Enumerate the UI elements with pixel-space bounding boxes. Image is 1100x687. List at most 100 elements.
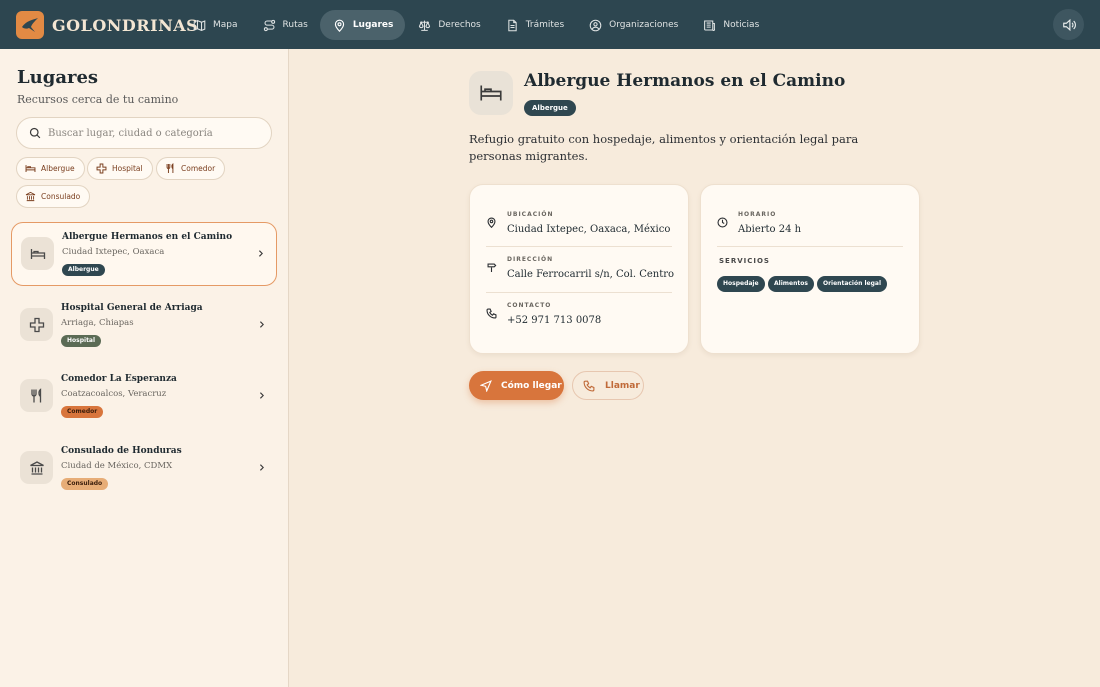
speaker-icon [1062, 18, 1076, 31]
clock-icon [717, 217, 728, 228]
place-icon-box [21, 237, 54, 270]
nav-item-mapa[interactable]: Mapa [180, 10, 250, 40]
consulate-icon [29, 460, 44, 475]
filter-chip-label: Comedor [181, 164, 216, 173]
map-pin-icon [487, 217, 496, 228]
nav-item-tramites[interactable]: Trámites [493, 10, 576, 40]
contact-value[interactable]: +52 971 713 0078 [507, 315, 601, 326]
nav-item-noticias[interactable]: Noticias [690, 10, 771, 40]
filter-chip-comedor[interactable]: Comedor [156, 157, 226, 180]
directions-button[interactable]: Cómo llegar [469, 371, 564, 400]
navigation-arrow-icon [480, 379, 492, 392]
location-label: UBICACIÓN [507, 211, 554, 218]
place-item-comedor[interactable]: Comedor La Esperanza Coatzacoalcos, Vera… [11, 365, 277, 429]
place-city: Ciudad Ixtepec, Oaxaca [62, 247, 165, 257]
service-badge: Alimentos [768, 276, 814, 292]
newspaper-icon [704, 20, 716, 31]
call-button[interactable]: Llamar [572, 371, 644, 400]
hours-value: Abierto 24 h [738, 224, 802, 235]
nav-item-organizaciones[interactable]: Organizaciones [576, 10, 690, 40]
place-icon-box [20, 451, 53, 484]
chevron-right-icon [258, 250, 263, 257]
nav-item-derechos[interactable]: Derechos [405, 10, 492, 40]
map-pin-icon [334, 19, 344, 32]
chevron-right-icon [259, 321, 264, 328]
brand[interactable]: GOLONDRINAS [16, 11, 198, 39]
divider [717, 246, 903, 247]
service-badge: Orientación legal [817, 276, 887, 292]
place-name: Comedor La Esperanza [61, 374, 177, 384]
bed-icon [480, 85, 502, 101]
organization-icon [589, 19, 602, 31]
filter-chip-label: Hospital [112, 164, 143, 173]
utensils-icon [30, 387, 41, 402]
search-input[interactable] [48, 127, 258, 139]
utensils-icon [166, 163, 174, 173]
place-name: Consulado de Honduras [61, 446, 182, 456]
info-card: UBICACIÓN Ciudad Ixtepec, Oaxaca, México… [469, 184, 689, 354]
place-item-albergue[interactable]: Albergue Hermanos en el Camino Ciudad Ix… [11, 222, 277, 286]
signpost-icon [487, 263, 497, 272]
place-name: Albergue Hermanos en el Camino [62, 232, 233, 242]
address-label: DIRECCIÓN [507, 256, 554, 263]
sidebar-title: Lugares [17, 67, 99, 88]
place-city: Ciudad de México, CDMX [61, 461, 173, 471]
chevron-right-icon [259, 464, 264, 471]
document-icon [508, 19, 517, 31]
nav-item-label: Rutas [282, 20, 308, 30]
location-value: Ciudad Ixtepec, Oaxaca, México [507, 224, 671, 235]
nav-item-label: Noticias [723, 20, 760, 30]
hospital-cross-icon [96, 163, 107, 174]
bed-icon [25, 165, 36, 172]
filter-chip-label: Consulado [41, 192, 81, 201]
place-category-badge: Comedor [61, 406, 104, 418]
consulate-icon [25, 191, 36, 202]
place-category-badge: Consulado [61, 478, 109, 490]
place-icon-box [20, 308, 53, 341]
services-label: SERVICIOS [719, 257, 770, 265]
phone-icon [583, 380, 595, 391]
nav-item-label: Lugares [352, 20, 394, 30]
place-item-consulado[interactable]: Consulado de Honduras Ciudad de México, … [11, 437, 277, 501]
nav-item-label: Organizaciones [609, 20, 679, 30]
phone-icon [486, 308, 497, 319]
nav-item-label: Trámites [525, 20, 565, 30]
hospital-cross-icon [29, 317, 44, 332]
chevron-right-icon [259, 392, 264, 399]
address-value: Calle Ferrocarril s/n, Col. Centro [507, 269, 675, 280]
place-city: Arriaga, Chiapas [61, 318, 134, 328]
sidebar-subtitle: Recursos cerca de tu camino [17, 93, 179, 106]
directions-button-label: Cómo llegar [501, 380, 562, 391]
nav-item-label: Mapa [213, 20, 238, 30]
hours-services-card: HORARIO Abierto 24 h SERVICIOS Hospedaje… [700, 184, 920, 354]
filter-chip-hospital[interactable]: Hospital [87, 157, 153, 180]
place-city: Coatzacoalcos, Veracruz [61, 389, 167, 399]
detail-icon-box [469, 71, 513, 115]
detail-title: Albergue Hermanos en el Camino [524, 71, 846, 91]
route-icon [263, 19, 275, 31]
place-name: Hospital General de Arriaga [61, 303, 203, 313]
places-sidebar: Lugares Recursos cerca de tu camino Albe… [0, 49, 289, 687]
call-button-label: Llamar [605, 380, 640, 391]
scale-icon [419, 20, 431, 31]
top-navigation-bar: GOLONDRINAS Mapa Rutas Lugares Derechos … [0, 0, 1100, 49]
filter-chip-albergue[interactable]: Albergue [16, 157, 85, 180]
place-category-badge: Hospital [61, 335, 102, 347]
map-icon [193, 19, 206, 31]
search-icon [29, 127, 41, 139]
place-icon-box [20, 379, 53, 412]
nav-item-lugares[interactable]: Lugares [319, 10, 406, 40]
brand-name: GOLONDRINAS [52, 15, 199, 35]
swallow-logo-icon [16, 11, 44, 39]
filter-chip-consulado[interactable]: Consulado [16, 185, 91, 208]
sound-toggle-button[interactable] [1053, 9, 1084, 40]
contact-label: CONTACTO [507, 302, 552, 309]
detail-description: Refugio gratuito con hospedaje, alimento… [469, 132, 859, 163]
nav-item-rutas[interactable]: Rutas [250, 10, 320, 40]
search-box[interactable] [16, 117, 272, 149]
divider [486, 292, 672, 293]
nav-item-label: Derechos [438, 20, 481, 30]
main-nav: Mapa Rutas Lugares Derechos Trámites Org… [180, 10, 771, 40]
place-item-hospital[interactable]: Hospital General de Arriaga Arriaga, Chi… [11, 294, 277, 358]
detail-category-badge: Albergue [524, 100, 576, 116]
